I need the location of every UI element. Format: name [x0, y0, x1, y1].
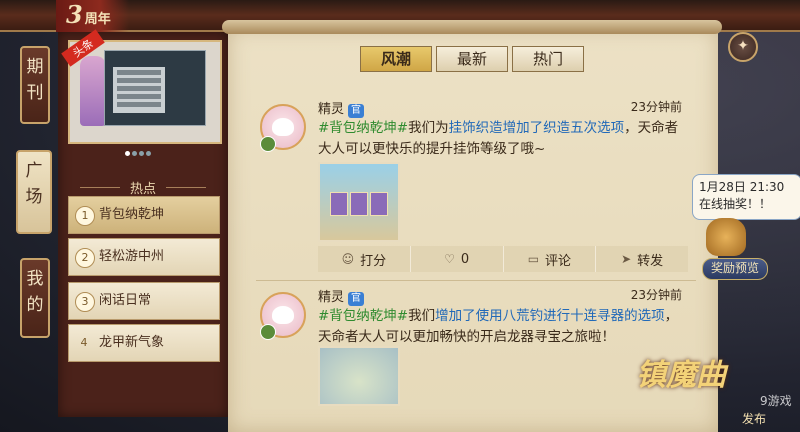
- sparkle-icon[interactable]: ✦: [728, 32, 758, 62]
- post-time: 23分钟前: [630, 288, 682, 302]
- post-content: #背包纳乾坤#我们为挂饰织造增加了织造五次选项，天命者大人可以更快乐的提升挂饰等…: [318, 120, 679, 157]
- watermark: 9游戏: [760, 394, 792, 408]
- post-content: #背包纳乾坤#我们增加了使用八荒钓进行十连寻器的选项，天命者大人可以更加畅快的开…: [318, 308, 679, 345]
- reward-preview-button[interactable]: 奖励预览: [702, 258, 768, 280]
- hot-topics-title: 热点: [62, 178, 224, 197]
- hot-item-2[interactable]: 2 轻松游中州: [68, 238, 220, 276]
- topic-link[interactable]: #背包纳乾坤#: [318, 120, 408, 136]
- leaf-badge-icon: [260, 324, 276, 340]
- pet-icon: ☺: [341, 252, 355, 266]
- game-logo: 镇魔曲: [636, 358, 726, 393]
- post-author[interactable]: 精灵官: [318, 286, 365, 306]
- hot-item-3[interactable]: 3 闲话日常: [68, 282, 220, 320]
- headline-banner[interactable]: [68, 40, 222, 144]
- official-badge: 官: [348, 292, 365, 306]
- side-tab-plaza[interactable]: 广场: [16, 150, 52, 234]
- post-image[interactable]: [318, 162, 400, 242]
- carousel-dots[interactable]: [124, 141, 152, 160]
- post-time: 23分钟前: [630, 100, 682, 114]
- post-image[interactable]: [318, 346, 400, 406]
- comment-icon: ▭: [527, 252, 540, 266]
- scroll-rod: [222, 20, 722, 34]
- post-card: 精灵官 23分钟前 #背包纳乾坤#我们为挂饰织造增加了织造五次选项，天命者大人可…: [256, 98, 692, 278]
- share-button[interactable]: ➤ 转发: [596, 246, 688, 272]
- tab-trending[interactable]: 风潮: [360, 46, 432, 72]
- banner-screenshot: [104, 50, 206, 126]
- post-author[interactable]: 精灵官: [318, 98, 365, 118]
- official-badge: 官: [348, 104, 365, 118]
- hot-item-4[interactable]: 4 龙甲新气象: [68, 324, 220, 362]
- tab-hot[interactable]: 热门: [512, 46, 584, 72]
- post-card: 精灵官 23分钟前 #背包纳乾坤#我们增加了使用八荒钓进行十连寻器的选项，天命者…: [256, 286, 692, 432]
- heart-icon: ♡: [444, 252, 455, 266]
- reward-bubble: 1月28日 21:30 在线抽奖！！: [692, 174, 800, 220]
- hot-item-1[interactable]: 1 背包纳乾坤: [68, 196, 220, 234]
- rate-button[interactable]: ☺ 打分: [318, 246, 411, 272]
- topic-link[interactable]: #背包纳乾坤#: [318, 308, 408, 324]
- highlight-text: 增加了使用八荒钓进行十连寻器的选项: [435, 308, 665, 324]
- highlight-text: 挂饰织造增加了织造五次选项: [448, 120, 625, 136]
- post-actions: ☺ 打分 ♡ 0 ▭ 评论 ➤ 转发: [318, 246, 688, 272]
- logo-sub: 发布: [742, 412, 767, 426]
- like-button[interactable]: ♡ 0: [410, 246, 504, 272]
- anniversary-badge: 3 周年: [56, 0, 129, 32]
- share-icon: ➤: [621, 252, 632, 266]
- tab-latest[interactable]: 最新: [436, 46, 508, 72]
- character-figure: [80, 56, 106, 126]
- side-tab-journal[interactable]: 期刊: [20, 46, 50, 124]
- comment-button[interactable]: ▭ 评论: [503, 246, 597, 272]
- pet-mascot-icon[interactable]: [706, 218, 746, 256]
- divider: [256, 280, 696, 281]
- leaf-badge-icon: [260, 136, 276, 152]
- side-tab-mine[interactable]: 我的: [20, 258, 50, 338]
